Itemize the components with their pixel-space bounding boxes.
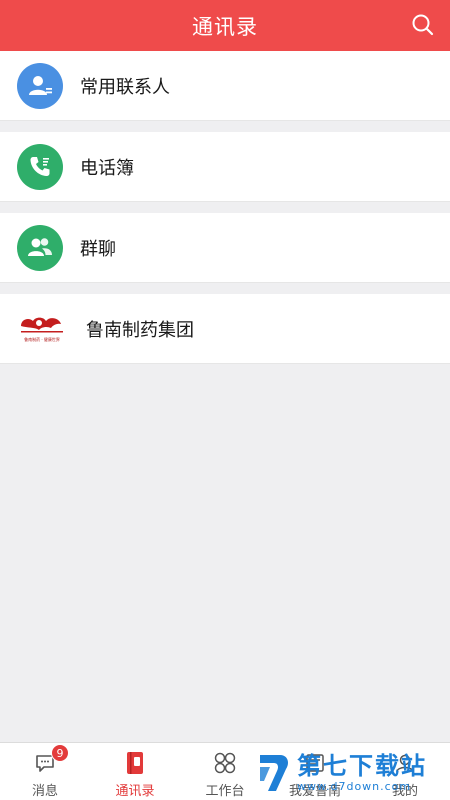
phone-icon	[17, 143, 63, 190]
list-item-organization[interactable]: 鲁南制药 · 健康世界 鲁南制药集团	[0, 294, 450, 364]
workbench-icon	[212, 750, 238, 776]
page-title: 通讯录	[192, 14, 258, 39]
app-header: 通讯录	[0, 0, 450, 51]
organization-logo-text: 鲁南制药 · 健康世界	[24, 337, 60, 342]
unread-badge: 9	[51, 744, 69, 762]
group-icon	[17, 224, 63, 271]
tab-label: 消息	[31, 784, 58, 799]
list-item-label: 电话簿	[80, 157, 134, 179]
list-item-label: 群聊	[80, 238, 116, 260]
list-item-phonebook[interactable]: 电话簿	[0, 132, 450, 202]
list-item-frequent-contacts[interactable]: 常用联系人	[0, 51, 450, 121]
user-card-icon	[17, 62, 63, 109]
tab-label: 通讯录	[115, 784, 155, 799]
site-watermark: 第七下载站 www.d7down.com	[255, 745, 450, 800]
tab-contacts[interactable]: 通讯录	[90, 743, 180, 800]
contacts-book-icon	[122, 750, 148, 776]
tab-messages[interactable]: 9 消息	[0, 743, 90, 800]
organization-logo: 鲁南制药 · 健康世界	[14, 309, 70, 349]
tab-label: 工作台	[205, 784, 245, 799]
watermark-title: 第七下载站	[297, 752, 427, 780]
list-item-label: 常用联系人	[80, 76, 170, 98]
list-item-group-chat[interactable]: 群聊	[0, 213, 450, 283]
list-item-label: 鲁南制药集团	[86, 319, 194, 341]
search-icon[interactable]	[410, 12, 436, 38]
watermark-logo-icon	[255, 750, 293, 796]
watermark-url: www.d7down.com	[297, 780, 412, 793]
